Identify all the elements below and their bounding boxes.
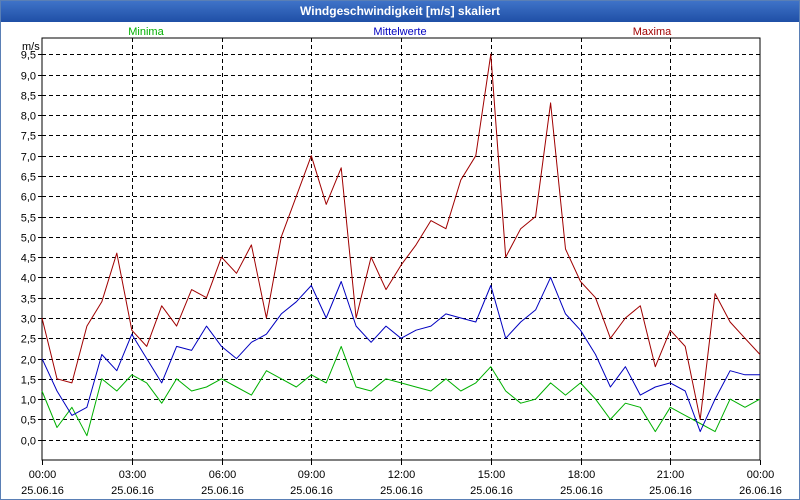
x-tick-time: 09:00 [298,469,326,481]
x-tick-date: 25.06.16 [201,485,244,497]
y-tick-label: 7,0 [21,152,36,164]
y-tick-label: 3,5 [21,294,36,306]
y-tick-label: 5,5 [21,213,36,225]
x-tick-date: 25.06.16 [290,485,333,497]
y-tick-label: 1,5 [21,375,36,387]
y-tick-label: 4,5 [21,253,36,265]
chart-svg: 0,0 0,5 1,0 1,5 2,0 2,5 3,0 3,5 4,0 4,5 5,0 5,5 6,0 6… [21,26,782,497]
y-axis-ticks: 0,0 0,5 1,0 1,5 2,0 2,5 3,0 3,5 4,0 4,5 5,0 5,5 6,0 6… [21,50,42,448]
y-tick-label: 6,0 [21,192,36,204]
x-tick-date: 26.06.16 [739,485,782,497]
x-tick-time: 00:00 [29,469,57,481]
y-tick-label: 6,5 [21,172,36,184]
x-tick-time: 21:00 [657,469,685,481]
y-tick-label: 9,0 [21,71,36,83]
y-tick-label: 0,5 [21,415,36,427]
x-tick-date: 25.06.16 [470,485,513,497]
x-tick-time: 18:00 [568,469,596,481]
y-tick-label: 5,0 [21,233,36,245]
x-tick-time: 06:00 [209,469,237,481]
y-tick-label: 0,0 [21,436,36,448]
x-tick-time: 12:00 [388,469,416,481]
legend-entry-maxima: Maxima [633,26,672,38]
x-tick-time: 00:00 [747,469,775,481]
y-tick-label: 7,5 [21,131,36,143]
x-tick-date: 25.06.16 [649,485,692,497]
grid [42,38,760,460]
x-tick-time: 03:00 [119,469,147,481]
y-tick-label: 8,0 [21,111,36,123]
x-axis-ticks: 00:00 25.06.16 03:00 25.06.16 06:00 25.06.16 0… [21,460,782,497]
y-axis-label: m/s [22,41,40,53]
y-tick-label: 3,0 [21,314,36,326]
x-tick-date: 25.06.16 [111,485,154,497]
x-tick-date: 25.06.16 [560,485,603,497]
x-tick-date: 25.06.16 [380,485,423,497]
x-tick-time: 15:00 [478,469,506,481]
x-tick-date: 25.06.16 [21,485,64,497]
legend-entry-mittelwerte: Mittelwerte [373,26,426,38]
legend-entry-minima: Minima [128,26,164,38]
y-tick-label: 8,5 [21,91,36,103]
y-tick-label: 2,0 [21,355,36,367]
y-tick-label: 1,0 [21,395,36,407]
y-tick-label: 4,0 [21,273,36,285]
y-tick-label: 2,5 [21,334,36,346]
legend: Minima Mittelwerte Maxima [128,26,672,38]
